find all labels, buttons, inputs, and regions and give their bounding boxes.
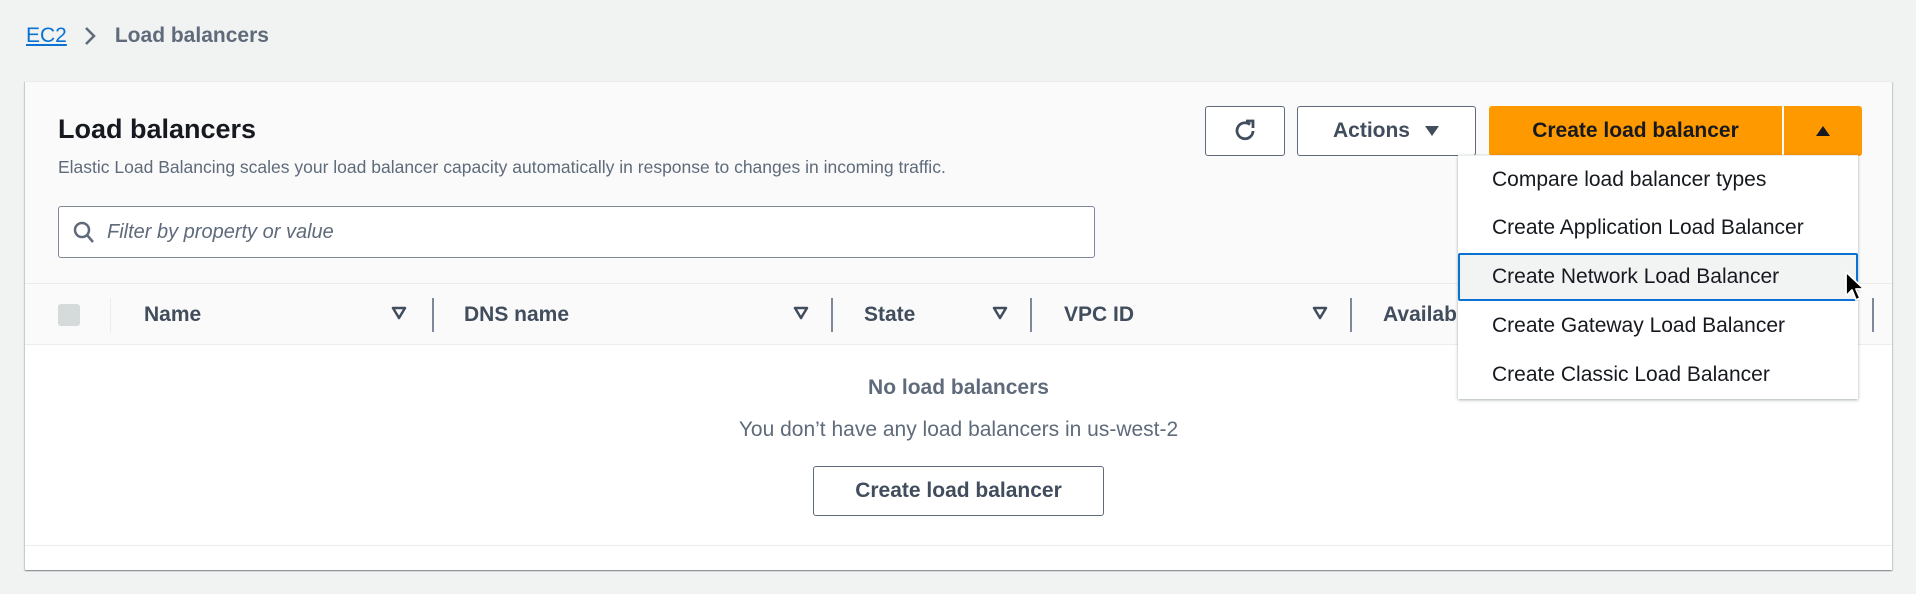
chevron-right-icon	[83, 25, 97, 47]
menu-item-create-clb[interactable]: Create Classic Load Balancer	[1458, 351, 1858, 399]
actions-button[interactable]: Actions	[1297, 106, 1476, 156]
page-description: Elastic Load Balancing scales your load …	[58, 157, 946, 177]
sort-icon[interactable]	[391, 306, 407, 320]
create-options-toggle[interactable]	[1784, 106, 1862, 156]
column-header-state[interactable]: State	[864, 303, 915, 327]
divider	[25, 545, 1892, 546]
caret-up-icon	[1815, 125, 1831, 137]
breadcrumb: EC2 Load balancers	[26, 24, 269, 48]
empty-state-create-button[interactable]: Create load balancer	[813, 466, 1104, 516]
page-title: Load balancers	[58, 114, 257, 144]
sort-icon[interactable]	[992, 306, 1008, 320]
refresh-icon	[1231, 117, 1259, 145]
column-header-availability-zone[interactable]: Availab	[1383, 303, 1457, 327]
search-icon	[73, 220, 95, 244]
menu-item-compare-types[interactable]: Compare load balancer types	[1458, 156, 1858, 204]
empty-state-description: You don’t have any load balancers in us-…	[738, 418, 1179, 441]
column-resizer[interactable]	[1350, 298, 1352, 332]
column-header-vpc-id[interactable]: VPC ID	[1064, 303, 1134, 327]
menu-item-create-gwlb[interactable]: Create Gateway Load Balancer	[1458, 302, 1858, 350]
column-divider	[110, 298, 111, 332]
column-resizer[interactable]	[831, 298, 833, 332]
column-resizer[interactable]	[432, 298, 434, 332]
menu-item-create-alb[interactable]: Create Application Load Balancer	[1458, 204, 1858, 252]
mouse-cursor-icon	[1844, 270, 1868, 309]
column-resizer[interactable]	[1030, 298, 1032, 332]
actions-label: Actions	[1332, 119, 1410, 142]
create-load-balancer-button[interactable]: Create load balancer	[1489, 106, 1782, 156]
column-header-name[interactable]: Name	[144, 303, 201, 327]
select-all-checkbox[interactable]	[58, 304, 80, 326]
column-resizer[interactable]	[1872, 298, 1874, 332]
refresh-button[interactable]	[1205, 106, 1285, 156]
breadcrumb-link-ec2[interactable]: EC2	[26, 24, 67, 48]
column-header-dns-name[interactable]: DNS name	[464, 303, 569, 327]
sort-icon[interactable]	[1312, 306, 1328, 320]
filter-input-container[interactable]	[58, 206, 1095, 258]
menu-item-create-nlb[interactable]: Create Network Load Balancer	[1458, 253, 1858, 301]
filter-input[interactable]	[105, 219, 1005, 245]
breadcrumb-current: Load balancers	[114, 24, 269, 47]
caret-down-icon	[1424, 125, 1440, 137]
sort-icon[interactable]	[793, 306, 809, 320]
create-options-menu: Compare load balancer types Create Appli…	[1458, 155, 1858, 399]
